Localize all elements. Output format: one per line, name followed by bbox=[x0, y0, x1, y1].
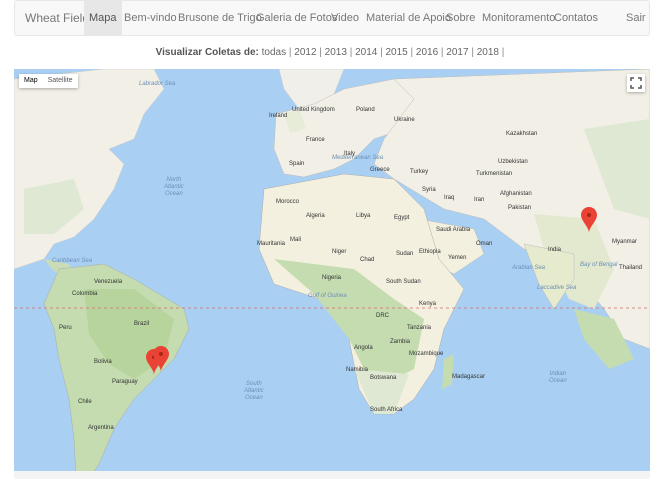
label-country: Yemen bbox=[448, 255, 467, 261]
nav-sobre[interactable]: Sobre bbox=[441, 1, 480, 35]
bay-bengal: Bay of Bengal bbox=[580, 262, 618, 268]
filter-2018[interactable]: 2018 bbox=[477, 47, 499, 58]
label-country: Ukraine bbox=[394, 117, 415, 123]
label-country: South Sudan bbox=[386, 279, 421, 285]
label-country: Bolivia bbox=[94, 359, 112, 365]
label-country: Saudi Arabia bbox=[436, 227, 471, 233]
label-country: Mali bbox=[290, 237, 302, 243]
filter-2013[interactable]: 2013 bbox=[325, 47, 347, 58]
label-country: Thailand bbox=[619, 265, 643, 271]
map-type-map[interactable]: Map bbox=[19, 74, 43, 88]
ocean-north-atlantic: North Atlantic Ocean bbox=[164, 177, 184, 197]
label-country: Tanzania bbox=[407, 325, 432, 331]
label-country: Kazakhstan bbox=[506, 131, 538, 137]
label-country: South Africa bbox=[370, 407, 403, 413]
label-country: Spain bbox=[289, 161, 305, 167]
filter-label: Visualizar Coletas de: bbox=[155, 47, 259, 58]
sea-arabian: Arabian Sea bbox=[512, 265, 546, 271]
label-country: Argentina bbox=[88, 425, 114, 431]
label-country: Turkey bbox=[410, 169, 429, 175]
filter-2012[interactable]: 2012 bbox=[294, 47, 316, 58]
sea-laccadive: Laccadive Sea bbox=[537, 285, 577, 291]
label-country: Mozambique bbox=[409, 351, 444, 357]
fullscreen-icon[interactable] bbox=[627, 74, 645, 92]
label-country: Egypt bbox=[394, 215, 410, 221]
filter-2014[interactable]: 2014 bbox=[355, 47, 377, 58]
navbar: Wheat Field Mapa Bem-vindo Brusone de Tr… bbox=[14, 0, 650, 36]
label-country: Botswana bbox=[370, 375, 397, 381]
label-country: Niger bbox=[332, 249, 347, 255]
label-country: Angola bbox=[354, 345, 373, 351]
label-country: Uzbekistan bbox=[498, 159, 528, 165]
label-country: Chad bbox=[360, 257, 375, 263]
label-country: United Kingdom bbox=[292, 107, 335, 113]
filter-2017[interactable]: 2017 bbox=[446, 47, 468, 58]
sea-mediterranean: Mediterranean Sea bbox=[332, 155, 384, 161]
label-country: Chile bbox=[78, 399, 92, 405]
filter-todas[interactable]: todas bbox=[262, 47, 286, 58]
label-country: Syria bbox=[422, 187, 436, 193]
ocean-indian: Indian Ocean bbox=[549, 371, 567, 384]
label-country: Morocco bbox=[276, 199, 300, 205]
label-country: Nigeria bbox=[322, 275, 342, 281]
label-country: Turkmenistan bbox=[476, 171, 513, 177]
nav-monitoramento[interactable]: Monitoramento bbox=[477, 1, 560, 35]
label-country: Iraq bbox=[444, 195, 455, 201]
label-country: Colombia bbox=[72, 291, 98, 297]
map-land bbox=[14, 69, 650, 479]
label-country: DRC bbox=[376, 313, 389, 319]
label-country: Afghanistan bbox=[500, 191, 532, 197]
label-country: Greece bbox=[370, 167, 390, 173]
label-country: Zambia bbox=[390, 339, 411, 345]
ocean-south-atlantic: South Atlantic Ocean bbox=[244, 381, 264, 401]
nav-mapa[interactable]: Mapa bbox=[84, 1, 122, 35]
label-country: Venezuela bbox=[94, 279, 123, 285]
nav-contatos[interactable]: Contatos bbox=[549, 1, 603, 35]
label-country: Paraguay bbox=[112, 379, 138, 385]
label-country: Madagascar bbox=[452, 374, 486, 380]
label-country: Italy bbox=[344, 151, 356, 157]
map-type-satellite[interactable]: Satellite bbox=[43, 74, 78, 88]
label-country: Myanmar bbox=[612, 239, 638, 245]
gulf-guinea: Gulf of Guinea bbox=[308, 293, 347, 299]
label-country: Libya bbox=[356, 213, 371, 219]
sea-labrador: Labrador Sea bbox=[139, 81, 176, 87]
year-filter: Visualizar Coletas de: todas | 2012 | 20… bbox=[155, 47, 505, 58]
nav-video[interactable]: Video bbox=[326, 1, 364, 35]
label-country: Ireland bbox=[269, 113, 288, 119]
label-country: Poland bbox=[356, 107, 375, 113]
filter-2016[interactable]: 2016 bbox=[416, 47, 438, 58]
label-country: Algeria bbox=[306, 213, 325, 219]
nav-sair[interactable]: Sair bbox=[621, 1, 651, 35]
label-country: Kenya bbox=[419, 301, 437, 307]
brand-link[interactable]: Wheat Field bbox=[25, 11, 89, 25]
label-country: Oman bbox=[476, 241, 493, 247]
label-country: Brazil bbox=[134, 321, 150, 327]
label-country: Sudan bbox=[396, 251, 414, 257]
label-country: Peru bbox=[59, 325, 72, 331]
label-country: Iran bbox=[474, 197, 485, 203]
label-country: India bbox=[548, 247, 562, 253]
filter-2015[interactable]: 2015 bbox=[385, 47, 407, 58]
world-map[interactable]: Map Satellite North Atlantic Ocean South… bbox=[14, 69, 650, 479]
label-country: Ethiopia bbox=[419, 249, 441, 255]
label-country: Pakistan bbox=[508, 205, 532, 211]
label-country: Namibia bbox=[346, 367, 369, 373]
label-country: France bbox=[306, 137, 325, 143]
map-type-control: Map Satellite bbox=[19, 74, 78, 88]
sea-caribbean: Caribbean Sea bbox=[52, 258, 93, 264]
label-country: Mauritania bbox=[257, 241, 286, 247]
